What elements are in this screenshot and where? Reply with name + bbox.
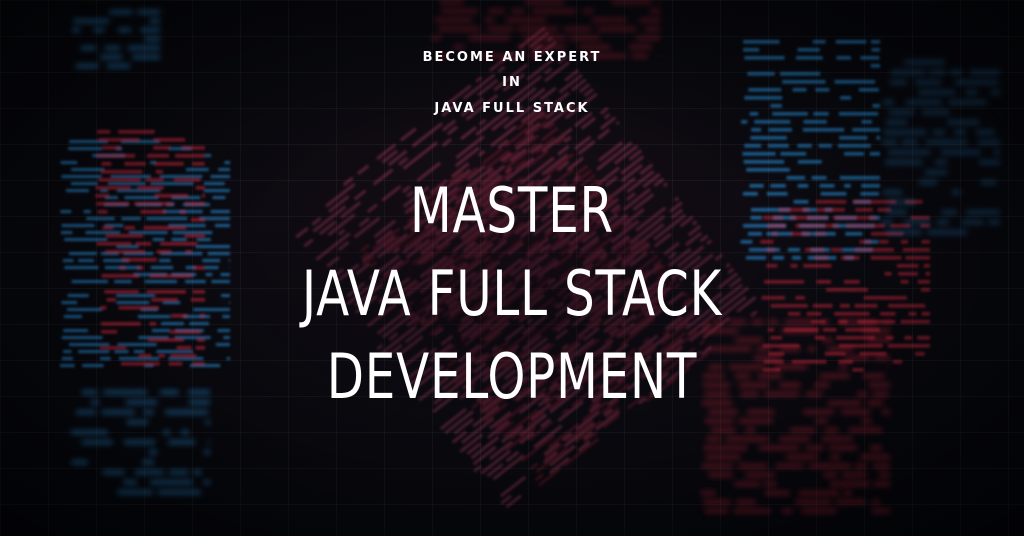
tagline-line-2: IN (502, 75, 522, 90)
banner-canvas: BECOME AN EXPERT IN JAVA FULL STACK MAST… (0, 0, 1024, 536)
tagline-line-3: JAVA FULL STACK (434, 101, 590, 116)
headline-line-1: MASTER (410, 174, 614, 247)
headline-line-2: JAVA FULL STACK (301, 257, 723, 330)
tagline-line-1: BECOME AN EXPERT (422, 50, 602, 65)
headline-line-3: DEVELOPMENT (326, 340, 698, 413)
